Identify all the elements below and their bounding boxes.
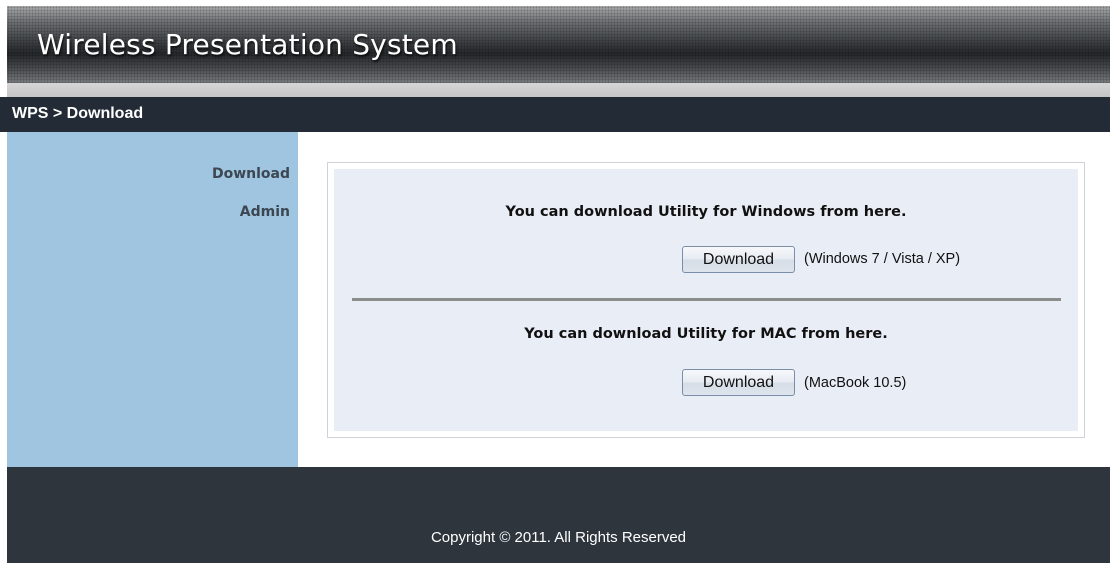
mac-download-button[interactable]: Download [682,369,795,396]
page: Wireless Presentation System WPS > Downl… [0,0,1110,563]
windows-version-note: (Windows 7 / Vista / XP) [804,251,961,267]
footer: Copyright © 2011. All Rights Reserved [7,467,1110,563]
sidebar: Download Admin [7,132,298,467]
header-divider-strip [7,83,1110,97]
mac-version-note: (MacBook 10.5) [804,375,907,391]
windows-download-heading: You can download Utility for Windows fro… [505,204,907,220]
header-banner: Wireless Presentation System [7,6,1110,83]
section-divider [352,298,1061,301]
mac-download-heading: You can download Utility for MAC from he… [524,326,888,342]
sidebar-item-admin[interactable]: Admin [240,204,290,220]
breadcrumb: WPS > Download [12,105,144,122]
download-panel: You can download Utility for Windows fro… [334,169,1078,431]
windows-download-button[interactable]: Download [682,246,795,273]
app-title: Wireless Presentation System [37,28,458,61]
sidebar-item-download[interactable]: Download [212,166,290,182]
breadcrumb-bar: WPS > Download [0,97,1110,132]
copyright-text: Copyright © 2011. All Rights Reserved [430,529,687,546]
